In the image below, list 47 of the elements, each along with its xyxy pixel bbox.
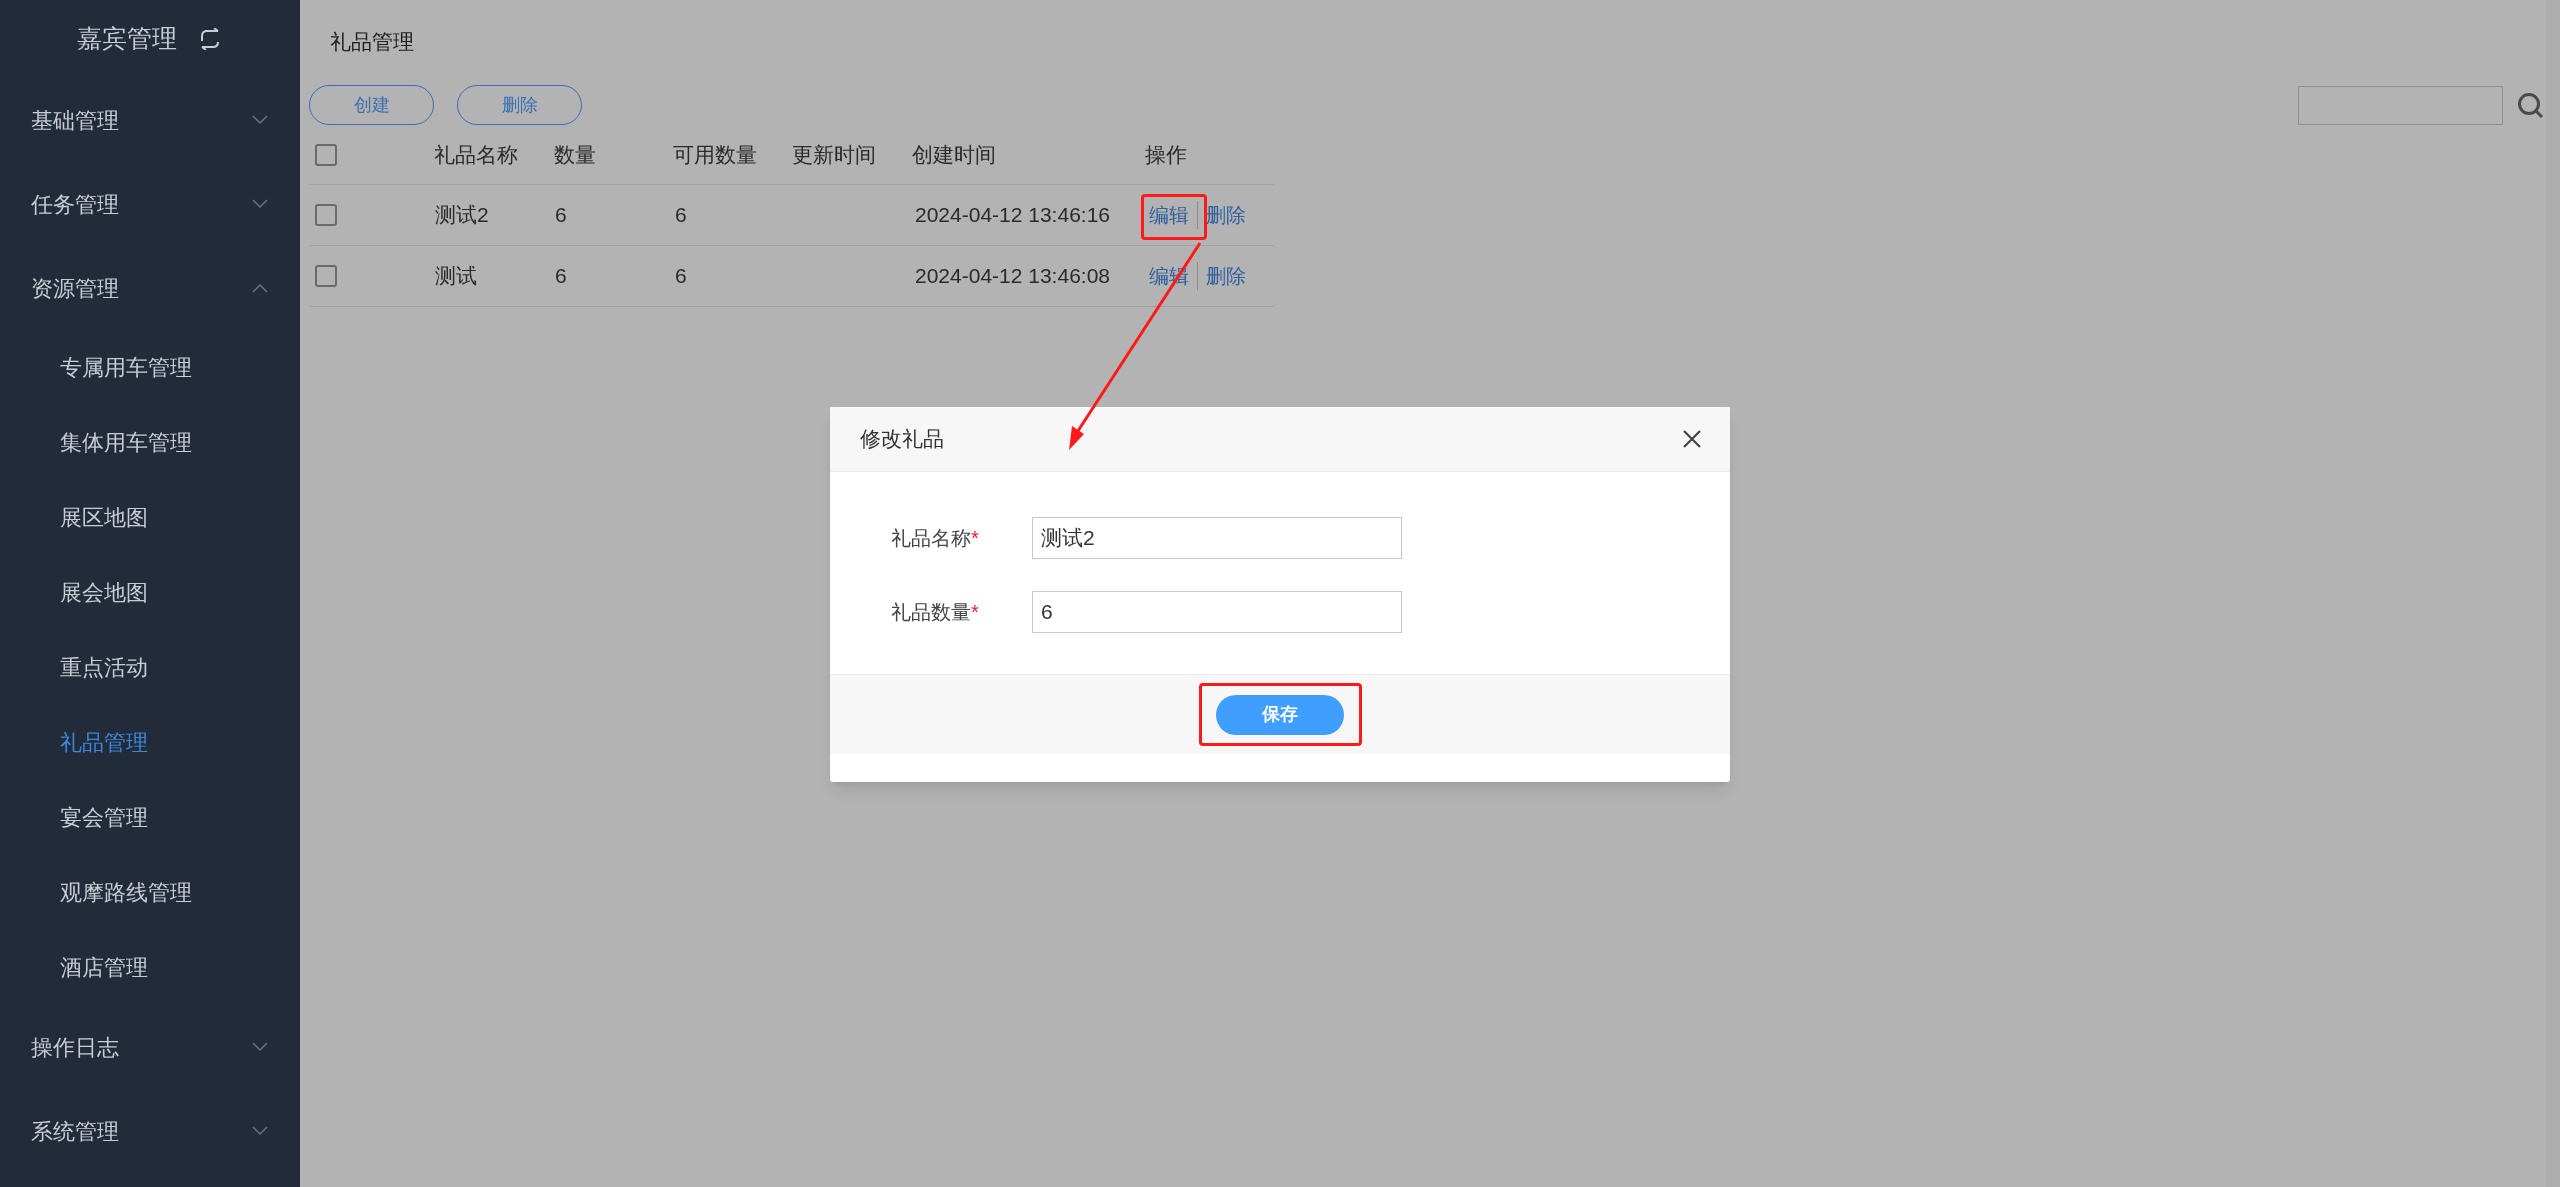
table-cell: 6	[555, 264, 567, 288]
app-title: 嘉宾管理	[77, 23, 177, 55]
menu-item[interactable]: 展区地图	[0, 480, 300, 555]
column-header: 数量	[553, 143, 596, 167]
menu-item[interactable]: 专属用车管理	[0, 330, 300, 405]
menu-group[interactable]: 资源管理	[0, 246, 300, 330]
column-header: 操作	[1144, 143, 1187, 167]
column-header: 更新时间	[791, 143, 876, 167]
column-header: 可用数量	[673, 143, 758, 167]
checkbox[interactable]	[315, 265, 337, 287]
table-cell: 2024-04-12 13:46:16	[915, 203, 1110, 227]
search-icon[interactable]	[2517, 91, 2544, 119]
menu-item[interactable]: 礼品管理	[0, 705, 300, 780]
field-label: 礼品名称*	[890, 526, 980, 551]
menu-item[interactable]: 观摩路线管理	[0, 855, 300, 930]
menu-group[interactable]: 系统管理	[0, 1089, 300, 1173]
menu-item[interactable]: 酒店管理	[0, 930, 300, 1005]
menu-group[interactable]: 基础管理	[0, 78, 300, 162]
text-field[interactable]: 6	[1032, 591, 1402, 633]
menu-item[interactable]: 展会地图	[0, 555, 300, 630]
column-header: 礼品名称	[434, 143, 519, 167]
chevron-down-icon	[252, 1042, 268, 1052]
text-field[interactable]: 测试2	[1032, 517, 1402, 559]
column-header: 创建时间	[911, 143, 996, 167]
chevron-down-icon	[252, 1126, 268, 1136]
menu-item[interactable]: 宴会管理	[0, 780, 300, 855]
highlight-box	[1141, 194, 1207, 240]
field-label: 礼品数量*	[890, 600, 980, 625]
chevron-up-icon	[252, 283, 268, 293]
menu-group[interactable]: 任务管理	[0, 162, 300, 246]
chevron-down-icon	[252, 199, 268, 209]
search-field[interactable]	[2298, 85, 2503, 125]
table-cell: 测试2	[435, 203, 489, 227]
menu-item[interactable]: 集体用车管理	[0, 405, 300, 480]
checkbox[interactable]	[315, 204, 337, 226]
page-title: 礼品管理	[330, 29, 414, 56]
table-cell: 6	[675, 264, 687, 288]
table-cell: 测试	[435, 264, 477, 288]
close-icon[interactable]	[1682, 429, 1702, 449]
table-cell: 2024-04-12 13:46:08	[915, 264, 1110, 288]
dialog-title: 修改礼品	[860, 426, 944, 453]
chevron-down-icon	[252, 115, 268, 125]
checkbox[interactable]	[315, 144, 337, 166]
menu-item[interactable]: 重点活动	[0, 630, 300, 705]
menu-group[interactable]: 操作日志	[0, 1005, 300, 1089]
table-cell: 6	[675, 203, 687, 227]
table-cell: 6	[555, 203, 567, 227]
